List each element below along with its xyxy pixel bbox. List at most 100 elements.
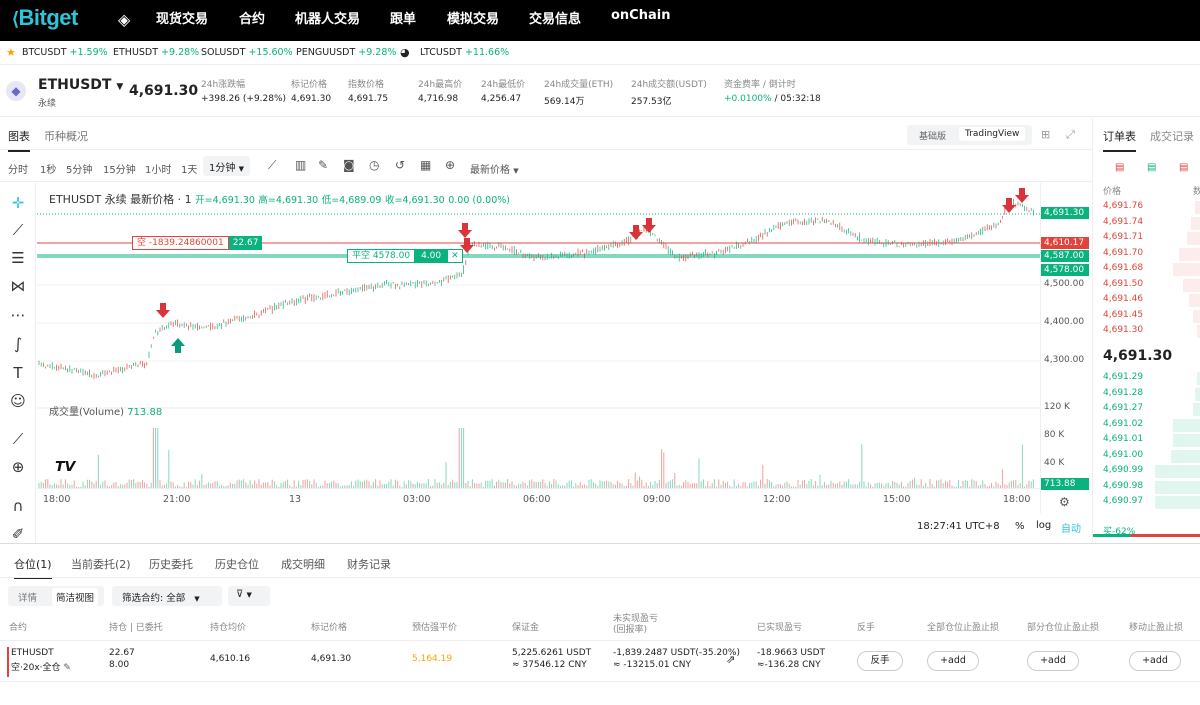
position-line-label[interactable]: 空 -1839.24860001 22.67	[132, 236, 263, 250]
tab-open-orders[interactable]: 当前委托(2)	[71, 556, 131, 572]
magnet-icon[interactable]: ∩	[8, 496, 28, 516]
ask-row[interactable]: 4,691.46	[1103, 294, 1143, 304]
nav-onchain[interactable]: onChain	[611, 8, 670, 23]
bid-row[interactable]: 4,691.01	[1103, 434, 1143, 444]
view-detail[interactable]: 详情	[18, 590, 37, 604]
ticker-item[interactable]: ETHUSDT +9.28%	[113, 47, 199, 58]
ask-row[interactable]: 4,691.50	[1103, 279, 1143, 289]
pencil-icon[interactable]: ✎	[318, 158, 328, 172]
emoji-icon[interactable]: ☺	[8, 391, 28, 411]
ask-row[interactable]: 4,691.70	[1103, 248, 1143, 258]
tf-selected[interactable]: 1分钟 ▼	[203, 156, 250, 176]
add-tpsl-partial-button[interactable]: +add	[1027, 651, 1079, 671]
filter-button[interactable]: ⊽ ▼	[228, 586, 270, 606]
nav-bots[interactable]: 机器人交易	[295, 8, 360, 27]
tf-5m[interactable]: 5分钟	[66, 161, 92, 176]
tab-finance[interactable]: 财务记录	[347, 556, 391, 572]
calendar-icon[interactable]: ▦	[420, 158, 431, 172]
tf-1d[interactable]: 1天	[181, 161, 197, 176]
ruler-icon[interactable]: ⟋	[8, 429, 28, 449]
pos-symbol[interactable]: ETHUSDT	[11, 648, 54, 658]
bid-row[interactable]: 4,690.97	[1103, 496, 1143, 506]
ask-row[interactable]: 4,691.45	[1103, 310, 1143, 320]
close-icon[interactable]: ✕	[447, 249, 463, 263]
nav-demo[interactable]: 模拟交易	[447, 8, 499, 27]
nav-spot[interactable]: 现货交易	[156, 8, 208, 27]
auto-toggle[interactable]: 自动	[1061, 520, 1081, 535]
bar-style-icon[interactable]: ▥	[295, 158, 306, 172]
book-asks-icon[interactable]: ▤	[1179, 162, 1188, 173]
tab-order-history[interactable]: 历史委托	[149, 556, 193, 572]
view-simple[interactable]: 简洁视图	[52, 588, 99, 606]
fullscreen-icon[interactable]: ⤢	[1066, 128, 1075, 142]
pattern-icon[interactable]: ⋈	[8, 276, 28, 296]
fib-icon[interactable]: ⋯	[8, 305, 28, 325]
ticker-item[interactable]: BTCUSDT +1.59%	[22, 47, 108, 58]
tf-1h[interactable]: 1小时	[145, 161, 171, 176]
parallel-lines-icon[interactable]: ☰	[8, 248, 28, 268]
alarm-icon[interactable]: ◷	[369, 158, 379, 172]
percent-toggle[interactable]: %	[1015, 521, 1025, 532]
tf-15m[interactable]: 15分钟	[103, 161, 136, 176]
share-icon[interactable]: ⇗	[726, 653, 735, 666]
ask-row[interactable]: 4,691.30	[1103, 325, 1143, 335]
tab-chart[interactable]: 图表	[8, 128, 30, 152]
lock-pencil-icon[interactable]: ✐	[8, 524, 28, 544]
ask-row[interactable]: 4,691.68	[1103, 263, 1143, 273]
nav-copy[interactable]: 跟单	[390, 8, 416, 27]
crosshair-icon[interactable]: ✛	[8, 193, 28, 213]
mode-basic[interactable]: 基础版	[919, 129, 946, 142]
tab-fills[interactable]: 成交明细	[281, 556, 325, 572]
camera-icon[interactable]: ◙	[343, 158, 355, 172]
bid-row[interactable]: 4,691.29	[1103, 372, 1143, 382]
ticker-item[interactable]: LTCUSDT +11.66%	[420, 47, 509, 58]
star-icon[interactable]: ★	[6, 46, 16, 59]
layout-icon[interactable]: ⊞	[1041, 128, 1050, 141]
zoom-in-icon[interactable]: ⊕	[8, 457, 28, 477]
nav-futures[interactable]: 合约	[239, 8, 265, 27]
settings-icon[interactable]: ⚙	[1059, 495, 1070, 509]
ask-row[interactable]: 4,691.76	[1103, 201, 1143, 211]
book-bids-icon[interactable]: ▤	[1147, 162, 1156, 173]
add-tpsl-all-button[interactable]: +add	[927, 651, 979, 671]
ticker-item[interactable]: SOLUSDT +15.60%	[201, 47, 293, 58]
add-circle-icon[interactable]: ⊕	[445, 158, 455, 172]
apps-grid-icon[interactable]: ◈	[118, 10, 130, 29]
replay-icon[interactable]: ↺	[395, 158, 405, 172]
bid-row[interactable]: 4,690.99	[1103, 465, 1143, 475]
tf-1s[interactable]: 1秒	[40, 161, 56, 176]
flip-button[interactable]: 反手	[857, 651, 903, 671]
log-toggle[interactable]: log	[1036, 520, 1051, 531]
edit-icon[interactable]: ✎	[63, 663, 71, 673]
bid-row[interactable]: 4,691.00	[1103, 450, 1143, 460]
trendline-icon[interactable]: ⟋	[8, 220, 28, 240]
tab-trades[interactable]: 成交记录	[1150, 128, 1194, 144]
contract-filter[interactable]: 筛选合约: 全部 ▼	[112, 586, 222, 606]
tf-line[interactable]: 分时	[8, 161, 28, 176]
bid-row[interactable]: 4,690.98	[1103, 481, 1143, 491]
book-both-icon[interactable]: ▤	[1115, 162, 1124, 173]
price-source-select[interactable]: 最新价格 ▼	[470, 161, 519, 176]
price-chart[interactable]: ETHUSDT 永续 最新价格 · 1 开=4,691.30 高=4,691.3…	[37, 183, 1040, 543]
order-line-label[interactable]: 平空 4578.00 4.00 ✕	[347, 249, 463, 263]
table-row[interactable]: ETHUSDT 空·20x·全仓 ✎ 22.67 8.00 4,610.16 4…	[0, 640, 1200, 682]
bid-row[interactable]: 4,691.28	[1103, 388, 1143, 398]
bid-row[interactable]: 4,691.02	[1103, 419, 1143, 429]
tab-positions[interactable]: 仓位(1)	[14, 556, 52, 579]
bitget-logo[interactable]: ⟨Bitget	[12, 5, 78, 31]
tab-orderbook[interactable]: 订单表	[1103, 128, 1136, 152]
tab-position-history[interactable]: 历史仓位	[215, 556, 259, 572]
add-trailing-button[interactable]: +add	[1129, 651, 1181, 671]
bid-row[interactable]: 4,691.27	[1103, 403, 1143, 413]
mode-tradingview[interactable]: TradingView	[959, 127, 1026, 141]
tab-overview[interactable]: 币种概况	[44, 128, 88, 144]
ask-row[interactable]: 4,691.74	[1103, 217, 1143, 227]
ask-row[interactable]: 4,691.71	[1103, 232, 1143, 242]
symbol-selector[interactable]: ETHUSDT ▼	[38, 77, 123, 93]
ticker-item[interactable]: PENGUUSDT +9.28%	[296, 47, 396, 58]
tradingview-logo[interactable]: 𝙏𝙑	[55, 459, 75, 475]
nav-info[interactable]: 交易信息	[529, 8, 581, 27]
indicator-icon[interactable]: ⟋	[268, 158, 276, 173]
brush-icon[interactable]: ∫	[8, 334, 28, 354]
text-icon[interactable]: T	[8, 363, 28, 383]
